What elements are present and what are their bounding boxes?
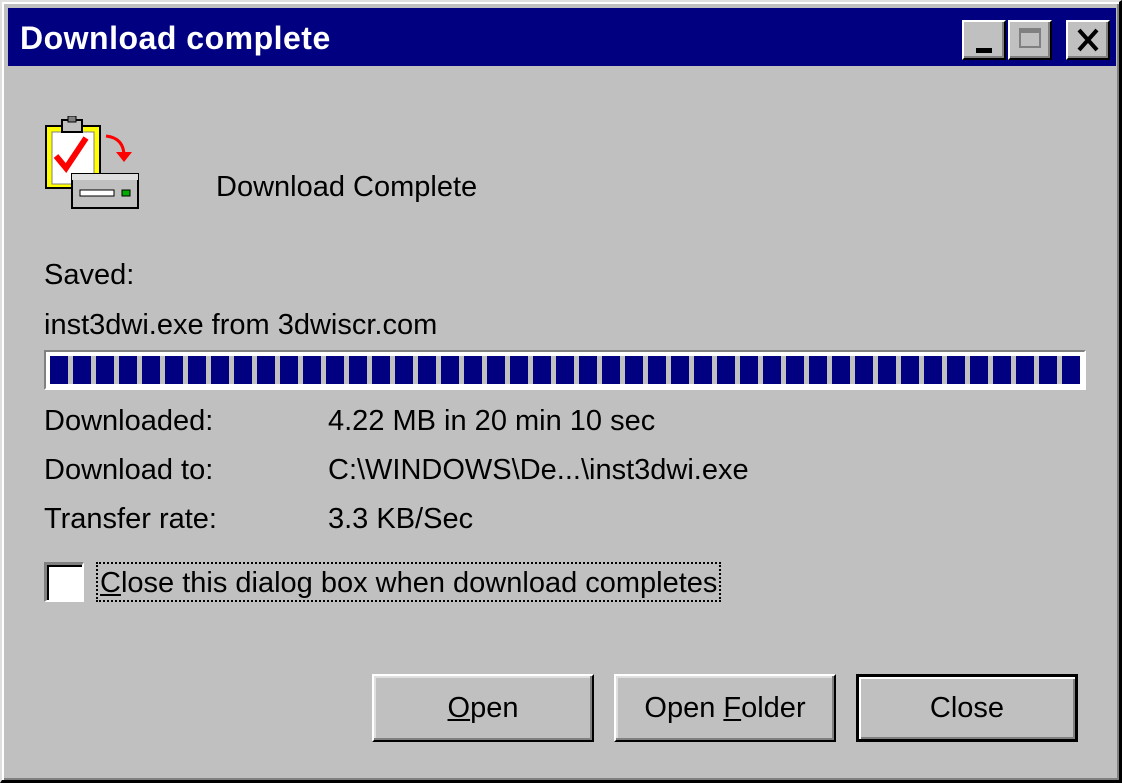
- downloaded-label: Downloaded:: [44, 405, 214, 437]
- maximize-button[interactable]: [1008, 20, 1052, 60]
- window-title: Download complete: [20, 20, 331, 56]
- minimize-icon: [976, 48, 992, 53]
- title-bar[interactable]: Download complete: [8, 8, 1116, 66]
- close-when-complete-mnemonic: C: [100, 567, 121, 599]
- download-progress-bar: [44, 350, 1086, 390]
- saved-file: inst3dwi.exe from 3dwiscr.com: [44, 309, 438, 341]
- open-folder-label: older: [741, 692, 806, 724]
- close-when-complete-text: lose this dialog box when download compl…: [120, 567, 718, 599]
- close-when-complete-checkbox[interactable]: [44, 562, 84, 602]
- download-to-value: C:\WINDOWS\De...\inst3dwi.exe: [328, 454, 749, 486]
- download-to-label: Download to:: [44, 454, 214, 486]
- open-button[interactable]: Open: [372, 674, 594, 742]
- saved-label: Saved:: [44, 259, 135, 291]
- close-button[interactable]: Close: [856, 674, 1078, 742]
- open-mnemonic: O: [447, 692, 471, 724]
- close-window-button[interactable]: [1066, 20, 1110, 60]
- close-icon: [1077, 28, 1099, 52]
- transfer-rate-value: 3.3 KB/Sec: [328, 503, 474, 535]
- transfer-rate-label: Transfer rate:: [44, 503, 217, 535]
- open-label: pen: [470, 692, 519, 724]
- open-folder-button[interactable]: Open Folder: [614, 674, 836, 742]
- close-when-complete-label[interactable]: Close this dialog box when download comp…: [96, 562, 722, 602]
- close-label: Close: [929, 692, 1005, 724]
- open-folder-mnemonic: F: [723, 692, 742, 724]
- open-folder-prefix: Open: [644, 692, 724, 724]
- maximize-icon: [1019, 28, 1041, 48]
- download-complete-icon: [45, 116, 139, 209]
- download-heading: Download Complete: [216, 171, 478, 203]
- download-complete-dialog: Download complete Download Complete Save…: [0, 0, 1122, 783]
- minimize-button[interactable]: [962, 20, 1006, 60]
- progress-fill: [50, 356, 1080, 384]
- downloaded-value: 4.22 MB in 20 min 10 sec: [328, 405, 656, 437]
